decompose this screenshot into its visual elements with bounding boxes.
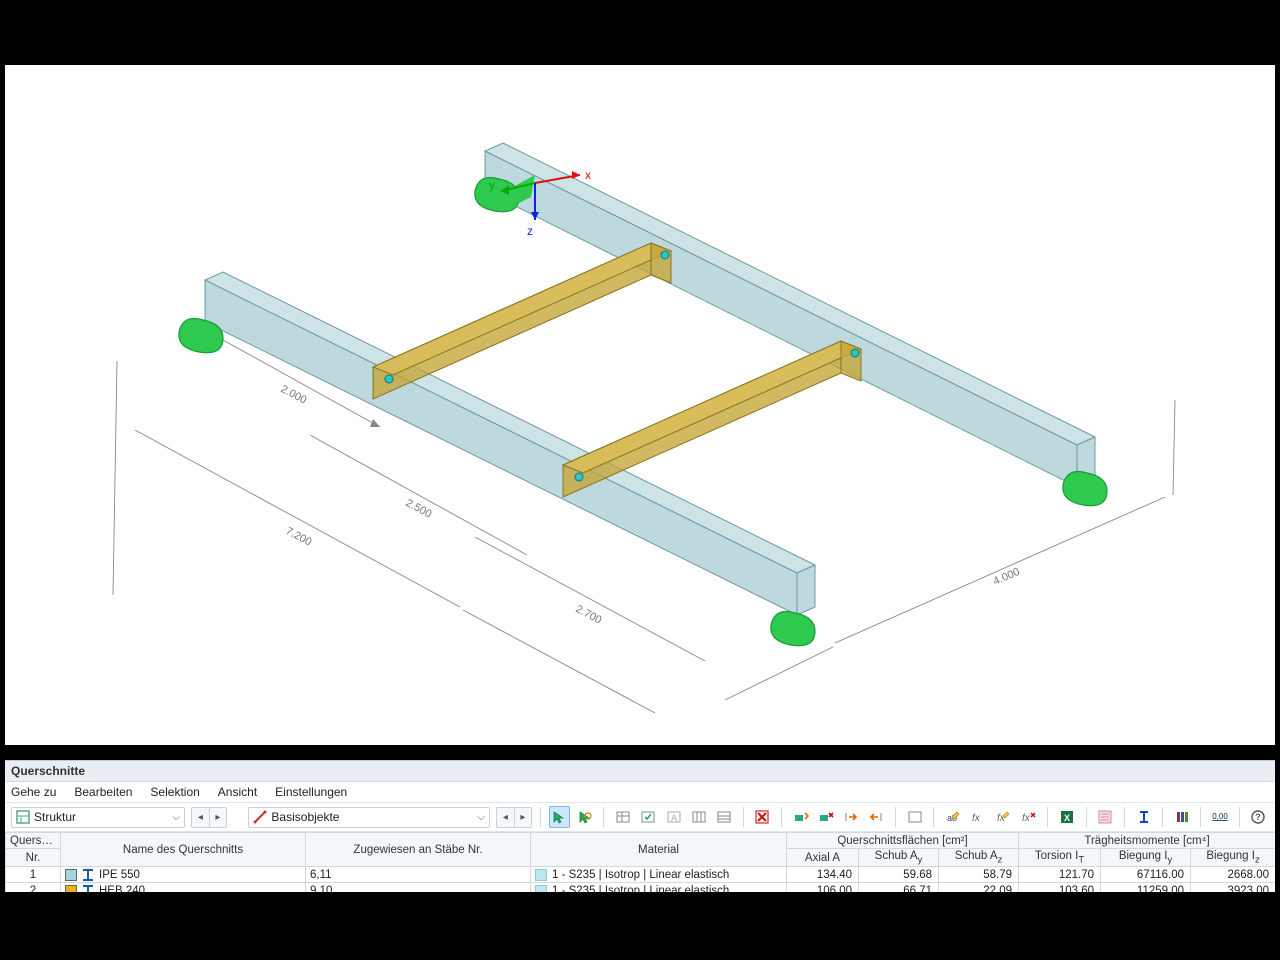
- col-az[interactable]: Schub Az: [939, 849, 1019, 867]
- menu-edit[interactable]: Bearbeiten: [74, 785, 132, 799]
- viewport-3d[interactable]: 2.000 7.200 2.500 2.700 4.000: [5, 65, 1275, 745]
- cross-sections-table[interactable]: Querschn. Name des Querschnitts Zugewies…: [5, 832, 1275, 892]
- dim-label: 2.700: [574, 603, 604, 627]
- cross-sections-panel: Querschnitte Gehe zu Bearbeiten Selektio…: [5, 760, 1275, 892]
- fx-edit-button[interactable]: fx: [993, 806, 1014, 828]
- svg-text:z: z: [527, 224, 533, 238]
- col-nr-top[interactable]: Querschn.: [6, 833, 61, 849]
- colgroup-areas[interactable]: Querschnittsflächen [cm²]: [787, 833, 1019, 849]
- svg-text:X: X: [1064, 813, 1070, 823]
- excel-export-button[interactable]: X: [1056, 806, 1077, 828]
- navigator-nav: ◂ ▸: [191, 807, 227, 828]
- dim-label: 7.200: [284, 525, 314, 549]
- panel-menubar: Gehe zu Bearbeiten Selektion Ansicht Ein…: [5, 782, 1275, 803]
- select-single-button[interactable]: [549, 806, 570, 828]
- insert-left-button[interactable]: [866, 806, 887, 828]
- dim-label: 2.000: [279, 383, 309, 407]
- table-columns-button[interactable]: [688, 806, 709, 828]
- beam-cross-right: [563, 341, 861, 497]
- menu-select[interactable]: Selektion: [150, 785, 199, 799]
- table-row[interactable]: 1IPE 5506,111 - S235 | Isotrop | Linear …: [6, 867, 1276, 883]
- dim-label: 4.000: [991, 566, 1021, 588]
- units-button[interactable]: 0,00: [1209, 806, 1230, 828]
- table-row[interactable]: 2HEB 2409,101 - S235 | Isotrop | Linear …: [6, 883, 1276, 892]
- col-axial[interactable]: Axial A: [787, 849, 859, 867]
- col-ay[interactable]: Schub Ay: [859, 849, 939, 867]
- beam-main-rear: [485, 143, 1095, 487]
- properties-button[interactable]: [1095, 806, 1116, 828]
- svg-text:0,00: 0,00: [1212, 812, 1228, 821]
- menu-goto[interactable]: Gehe zu: [11, 785, 56, 799]
- help-button[interactable]: ?: [1248, 806, 1269, 828]
- table-plain-button[interactable]: [612, 806, 633, 828]
- col-material[interactable]: Material: [531, 833, 787, 867]
- nav-next-button[interactable]: ▸: [209, 807, 227, 828]
- svg-text:fx: fx: [1022, 813, 1031, 824]
- rename-button[interactable]: ab: [942, 806, 963, 828]
- insert-right-button[interactable]: [841, 806, 862, 828]
- row-delete-button[interactable]: [815, 806, 836, 828]
- col-iz[interactable]: Biegung Iz: [1191, 849, 1275, 867]
- navigator-dropdown-label: Struktur: [34, 810, 76, 824]
- delete-button[interactable]: [752, 806, 773, 828]
- col-nr[interactable]: Nr.: [6, 849, 61, 867]
- section-icon-button[interactable]: [1133, 806, 1154, 828]
- svg-text:ab: ab: [947, 813, 957, 823]
- nav-prev-button[interactable]: ◂: [191, 807, 209, 828]
- panel-title: Querschnitte: [5, 761, 1275, 782]
- menu-settings[interactable]: Einstellungen: [275, 785, 347, 799]
- panel-toolbar: Struktur ⌵ ◂ ▸ Basisobjekte ⌵ ◂ ▸: [5, 803, 1275, 832]
- select-loop-button[interactable]: [574, 806, 595, 828]
- menu-view[interactable]: Ansicht: [218, 785, 257, 799]
- col-name[interactable]: Name des Querschnitts: [61, 833, 306, 867]
- fx-delete-button[interactable]: fx: [1018, 806, 1039, 828]
- table-check-button[interactable]: [638, 806, 659, 828]
- svg-text:fx: fx: [997, 813, 1006, 824]
- table-a-button[interactable]: A: [663, 806, 684, 828]
- cat-prev-button[interactable]: ◂: [496, 807, 514, 828]
- svg-text:?: ?: [1256, 812, 1262, 822]
- cat-next-button[interactable]: ▸: [514, 807, 532, 828]
- category-dropdown-label: Basisobjekte: [271, 810, 339, 824]
- col-assigned[interactable]: Zugewiesen an Stäbe Nr.: [306, 833, 531, 867]
- library-button[interactable]: [1171, 806, 1192, 828]
- col-iy[interactable]: Biegung Iy: [1101, 849, 1191, 867]
- svg-text:A: A: [671, 813, 677, 823]
- category-nav: ◂ ▸: [496, 807, 532, 828]
- beam-cross-left: [373, 243, 671, 399]
- row-insert-button[interactable]: [790, 806, 811, 828]
- svg-text:x: x: [585, 168, 591, 182]
- svg-text:y: y: [489, 178, 495, 192]
- navigator-dropdown[interactable]: Struktur ⌵: [11, 807, 185, 828]
- svg-text:fx: fx: [972, 813, 981, 824]
- col-it[interactable]: Torsion IT: [1019, 849, 1101, 867]
- table-rows-button[interactable]: [713, 806, 734, 828]
- fx-button[interactable]: fx: [968, 806, 989, 828]
- empty-cell-button[interactable]: [904, 806, 925, 828]
- category-dropdown[interactable]: Basisobjekte ⌵: [248, 807, 489, 828]
- colgroup-moments[interactable]: Trägheitsmomente [cm⁴]: [1019, 833, 1275, 849]
